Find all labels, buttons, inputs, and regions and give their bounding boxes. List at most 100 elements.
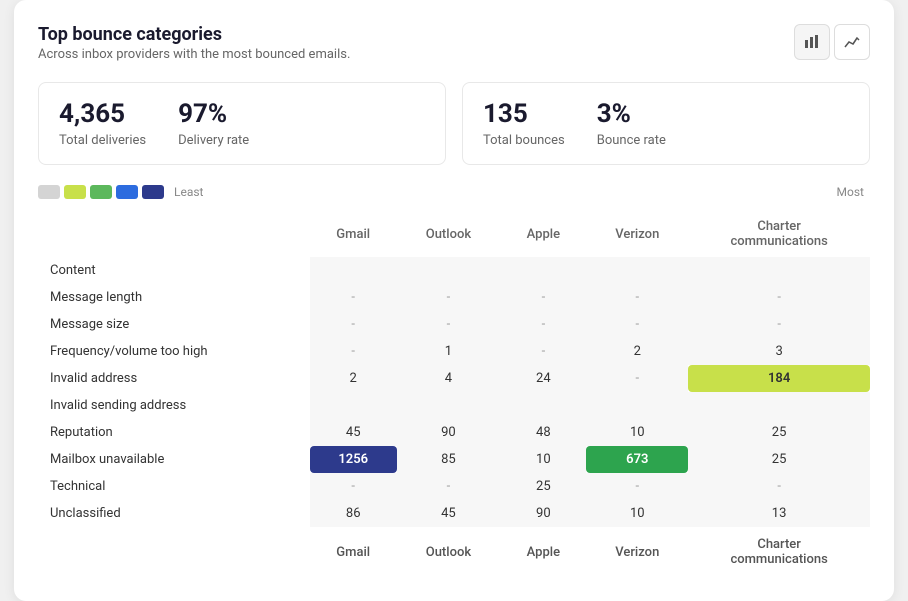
header-text: Top bounce categories Across inbox provi… — [38, 24, 350, 62]
heatmap-legend: Least Most — [38, 185, 870, 199]
bounce-rate-stat: 3% Bounce rate — [597, 99, 666, 148]
col-category — [38, 211, 310, 257]
data-cell: 86 — [310, 500, 397, 527]
bar-chart-icon — [804, 34, 820, 50]
bounce-table-container: Gmail Outlook Apple Verizon Chartercommu… — [38, 211, 870, 577]
data-cell: 90 — [500, 500, 586, 527]
data-cell — [586, 257, 688, 284]
delivery-rate-value: 97% — [178, 99, 249, 129]
table-row: Message size - - - - - — [38, 311, 870, 338]
data-cell — [310, 257, 397, 284]
col-verizon: Verizon — [586, 211, 688, 257]
bar-chart-button[interactable] — [794, 24, 830, 60]
table-row: Frequency/volume too high - 1 - 2 3 — [38, 338, 870, 365]
data-cell: - — [586, 311, 688, 338]
data-cell — [688, 257, 870, 284]
data-cell: - — [688, 284, 870, 311]
total-deliveries-value: 4,365 — [59, 99, 146, 129]
data-cell: - — [397, 311, 501, 338]
legend-color-5 — [142, 185, 164, 199]
data-cell: 2 — [310, 365, 397, 392]
data-cell: 45 — [310, 419, 397, 446]
bounce-rate-value: 3% — [597, 99, 666, 129]
total-deliveries-stat: 4,365 Total deliveries — [59, 99, 146, 148]
col-gmail: Gmail — [310, 211, 397, 257]
data-cell: 673 — [586, 446, 688, 473]
col-charter: Chartercommunications — [688, 211, 870, 257]
data-cell: 10 — [586, 419, 688, 446]
footer-apple: Apple — [500, 527, 586, 577]
data-cell — [688, 392, 870, 419]
table-row: Mailbox unavailable 1256 85 10 673 25 — [38, 446, 870, 473]
card-title: Top bounce categories — [38, 24, 350, 45]
delivery-rate-stat: 97% Delivery rate — [178, 99, 249, 148]
table-row: Message length - - - - - — [38, 284, 870, 311]
data-cell: 4 — [397, 365, 501, 392]
table-row: Invalid sending address — [38, 392, 870, 419]
data-cell: 85 — [397, 446, 501, 473]
data-cell: - — [397, 284, 501, 311]
table-row: Content — [38, 257, 870, 284]
category-cell: Mailbox unavailable — [38, 446, 310, 473]
category-cell: Technical — [38, 473, 310, 500]
footer-empty — [38, 527, 310, 577]
data-cell: 10 — [586, 500, 688, 527]
card-header: Top bounce categories Across inbox provi… — [38, 24, 870, 62]
col-outlook: Outlook — [397, 211, 501, 257]
table-row: Unclassified 86 45 90 10 13 — [38, 500, 870, 527]
data-cell: - — [586, 473, 688, 500]
category-cell: Unclassified — [38, 500, 310, 527]
category-cell: Content — [38, 257, 310, 284]
data-cell: 2 — [586, 338, 688, 365]
bounce-categories-table: Gmail Outlook Apple Verizon Chartercommu… — [38, 211, 870, 577]
footer-gmail: Gmail — [310, 527, 397, 577]
data-cell: - — [688, 473, 870, 500]
data-cell: 48 — [500, 419, 586, 446]
data-cell: - — [310, 338, 397, 365]
data-cell: 1256 — [310, 446, 397, 473]
line-chart-button[interactable] — [834, 24, 870, 60]
data-cell: - — [586, 284, 688, 311]
data-cell: - — [500, 338, 586, 365]
data-cell: 90 — [397, 419, 501, 446]
data-cell: - — [500, 284, 586, 311]
table-header-row: Gmail Outlook Apple Verizon Chartercommu… — [38, 211, 870, 257]
legend-color-4 — [116, 185, 138, 199]
data-cell: 1 — [397, 338, 501, 365]
footer-verizon: Verizon — [586, 527, 688, 577]
data-cell: 184 — [688, 365, 870, 392]
legend-color-1 — [38, 185, 60, 199]
legend-color-3 — [90, 185, 112, 199]
data-cell: - — [688, 311, 870, 338]
data-cell: 13 — [688, 500, 870, 527]
data-cell — [500, 392, 586, 419]
category-cell: Invalid address — [38, 365, 310, 392]
chart-type-buttons — [794, 24, 870, 60]
total-bounces-label: Total bounces — [483, 133, 565, 148]
data-cell: 10 — [500, 446, 586, 473]
category-cell: Message size — [38, 311, 310, 338]
table-row: Invalid address 2 4 24 - 184 — [38, 365, 870, 392]
data-cell: 25 — [500, 473, 586, 500]
data-cell: 25 — [688, 446, 870, 473]
main-card: Top bounce categories Across inbox provi… — [14, 0, 894, 601]
legend-most-label: Most — [837, 185, 864, 199]
data-cell: - — [310, 473, 397, 500]
category-cell: Message length — [38, 284, 310, 311]
data-cell: 24 — [500, 365, 586, 392]
table-footer-row: Gmail Outlook Apple Verizon Chartercommu… — [38, 527, 870, 577]
card-subtitle: Across inbox providers with the most bou… — [38, 47, 350, 62]
data-cell: 25 — [688, 419, 870, 446]
deliveries-stat-box: 4,365 Total deliveries 97% Delivery rate — [38, 82, 446, 165]
delivery-rate-label: Delivery rate — [178, 133, 249, 148]
data-cell: - — [397, 473, 501, 500]
col-apple: Apple — [500, 211, 586, 257]
data-cell: - — [586, 365, 688, 392]
data-cell: - — [310, 284, 397, 311]
bounces-stat-box: 135 Total bounces 3% Bounce rate — [462, 82, 870, 165]
category-cell: Reputation — [38, 419, 310, 446]
legend-color-2 — [64, 185, 86, 199]
data-cell: - — [310, 311, 397, 338]
total-bounces-stat: 135 Total bounces — [483, 99, 565, 148]
stats-row: 4,365 Total deliveries 97% Delivery rate… — [38, 82, 870, 165]
